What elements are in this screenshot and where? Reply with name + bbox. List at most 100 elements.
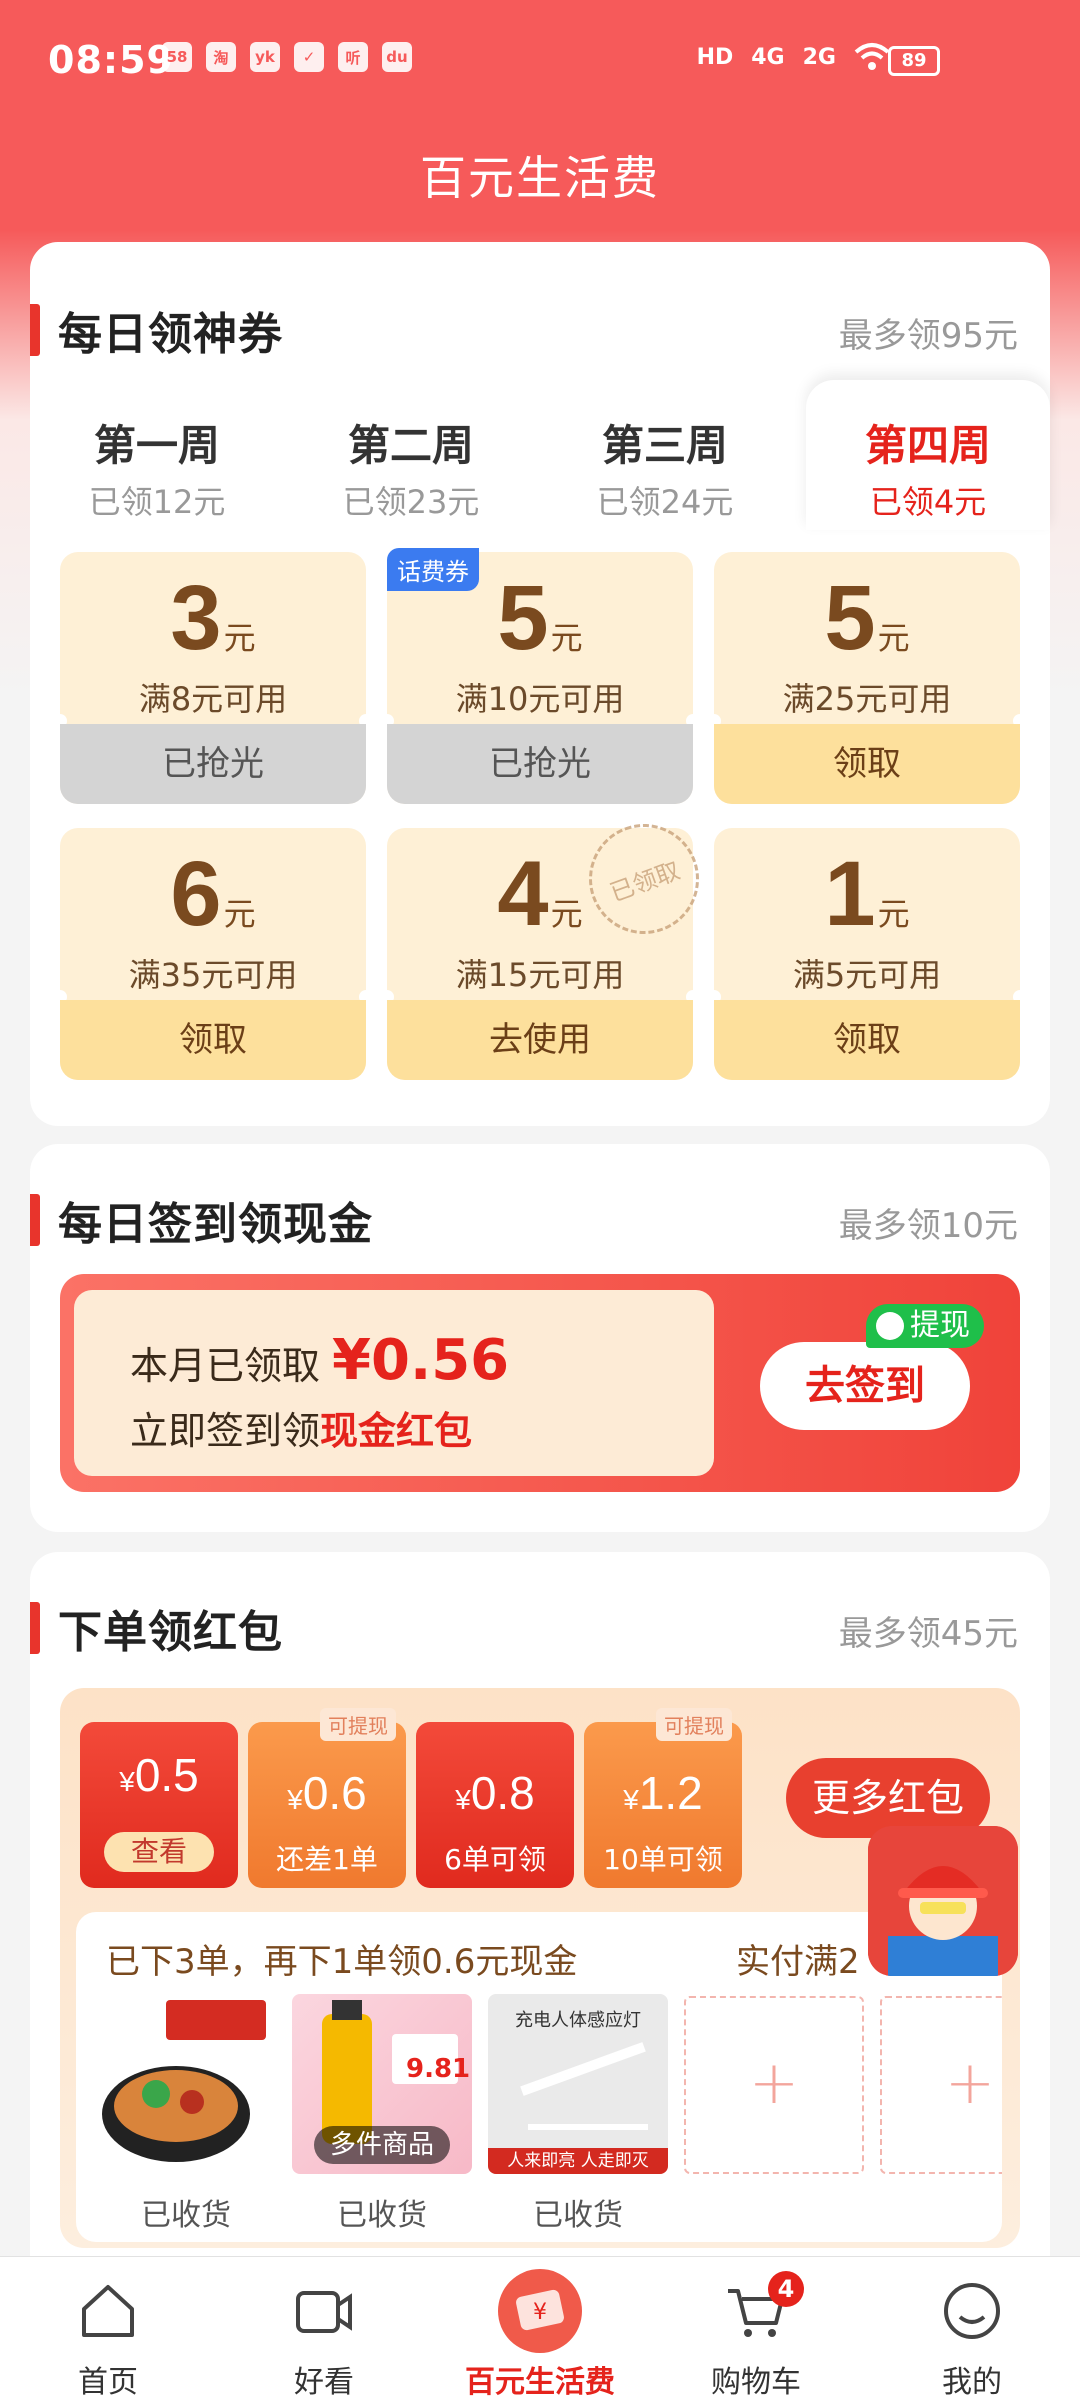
product-thumbnail[interactable]: 充电人体感应灯 人来即亮 人走即灭 xyxy=(488,1994,668,2174)
battery-level: 89 xyxy=(901,50,927,71)
coupon-card: 1元 满5元可用 领取 xyxy=(707,828,1027,1080)
coupon-card: 6元 满35元可用 领取 xyxy=(53,828,373,1080)
coupon-unit: 元 xyxy=(223,895,256,933)
withdraw-tag: 提现 xyxy=(866,1304,984,1348)
sign-in-banner: 本月已领取 ¥0.56 立即签到领现金红包 去签到 提现 xyxy=(60,1274,1020,1492)
home-icon xyxy=(82,2285,134,2337)
red-packet[interactable]: ¥0.8 6单可领 xyxy=(416,1722,574,1888)
red-packet[interactable]: ¥0.5 查看 xyxy=(80,1722,238,1888)
signal-2g-icon: 2G xyxy=(802,44,836,70)
coupon-condition: 满25元可用 xyxy=(782,680,952,718)
battery-icon: 89 xyxy=(888,46,940,76)
red-packet[interactable]: 可提现 ¥1.2 10单可领 xyxy=(584,1708,742,1888)
sign-in-button[interactable]: 去签到 xyxy=(760,1342,970,1430)
add-order-slot[interactable]: + xyxy=(684,1996,864,2174)
tab-week-4[interactable]: 第四周 已领4元 xyxy=(806,380,1050,530)
sign-in-title: 每日签到领现金 xyxy=(30,1188,373,1252)
use-coupon-button[interactable]: 去使用 xyxy=(387,1000,693,1080)
daily-coupons-card: 每日领神券 最多领95元 第一周 已领12元 第二周 已领23元 第三周 已领2… xyxy=(30,242,1050,1126)
product-thumbnail[interactable] xyxy=(96,1994,276,2174)
view-packet-button[interactable]: 查看 xyxy=(104,1832,214,1872)
coupon-condition: 满35元可用 xyxy=(128,956,298,994)
claim-coupon-button[interactable]: 领取 xyxy=(714,724,1020,804)
tab-cart[interactable]: 购物车 xyxy=(648,2257,864,2408)
coupon-card: 4元 满15元可用 去使用 已领取 xyxy=(380,808,715,1080)
tab-living-fee[interactable]: ¥ 百元生活费 xyxy=(432,2257,648,2408)
coupon-amount-value: 3 xyxy=(170,567,222,669)
coupon-amount-value: 1 xyxy=(824,843,876,945)
product-status: 已收货 xyxy=(337,2198,427,2233)
packet-value: ¥0.6 xyxy=(248,1766,406,1820)
withdrawable-tag: 可提现 xyxy=(656,1708,732,1741)
claim-coupon-button[interactable]: 领取 xyxy=(714,1000,1020,1080)
app-listen-icon: 听 xyxy=(338,42,368,72)
coupon-amount: 1元 xyxy=(714,842,1020,947)
currency-symbol: ¥ xyxy=(455,1784,471,1815)
add-order-slot[interactable]: + xyxy=(880,1996,1002,2174)
wifi-icon xyxy=(854,43,890,70)
coupon-condition: 满5元可用 xyxy=(792,956,942,994)
coupon-sold-out-button: 已抢光 xyxy=(60,724,366,804)
tab-week-1[interactable]: 第一周 已领12元 xyxy=(30,380,284,530)
currency-symbol: ¥ xyxy=(119,1766,135,1797)
order-progress-panel: 已下3单，再下1单领0.6元现金 实付满2 已收货 9.81 多件商品 已收货 … xyxy=(76,1912,1002,2242)
month-claimed-line: 本月已领取 ¥0.56 xyxy=(130,1328,509,1393)
worker-avatar-icon xyxy=(868,1826,1018,1976)
currency-symbol: ¥ xyxy=(623,1784,639,1815)
sign-in-card: 每日签到领现金 最多领10元 本月已领取 ¥0.56 立即签到领现金红包 去签到 … xyxy=(30,1144,1050,1532)
packet-value: ¥0.5 xyxy=(80,1748,238,1802)
tab-profile[interactable]: 我的 xyxy=(864,2257,1080,2408)
sign-in-title-text: 每日签到领现金 xyxy=(58,1199,373,1250)
lamp-product-image xyxy=(520,2042,648,2130)
section-accent-bar xyxy=(30,1194,40,1246)
coupon-amount-value: 6 xyxy=(170,843,222,945)
red-packet[interactable]: 可提现 ¥0.6 还差1单 xyxy=(248,1708,406,1888)
profile-icon xyxy=(944,2283,1000,2339)
wechat-icon xyxy=(876,1312,904,1340)
order-packets-title-text: 下单领红包 xyxy=(58,1607,283,1658)
week-claimed: 已领23元 xyxy=(342,483,480,521)
tab-label: 首页 xyxy=(78,2365,138,2400)
tab-week-3[interactable]: 第三周 已领24元 xyxy=(538,380,792,530)
claim-coupon-button[interactable]: 领取 xyxy=(60,1000,366,1080)
tab-home[interactable]: 首页 xyxy=(0,2257,216,2408)
bottom-nav: 首页 好看 ¥ 百元生活费 购物车 4 我的 xyxy=(0,2256,1080,2408)
customer-service-avatar[interactable] xyxy=(868,1826,1018,1976)
week-tabs: 第一周 已领12元 第二周 已领23元 第三周 已领24元 第四周 已领4元 xyxy=(30,380,1050,530)
packet-value-amount: 1.2 xyxy=(638,1767,703,1819)
tab-watch[interactable]: 好看 xyxy=(216,2257,432,2408)
packet-requirement: 还差1单 xyxy=(276,1843,378,1876)
tab-week-2[interactable]: 第二周 已领23元 xyxy=(284,380,538,530)
coupon-condition: 满8元可用 xyxy=(138,680,288,718)
app-du-icon: du xyxy=(382,42,412,72)
week-claimed: 已领12元 xyxy=(88,483,226,521)
tab-label: 我的 xyxy=(942,2365,1002,2400)
packet-value: ¥0.8 xyxy=(416,1766,574,1820)
app-58-icon: 58 xyxy=(162,42,192,72)
coupon-unit: 元 xyxy=(877,895,910,933)
coupon-amount-value: 5 xyxy=(497,567,549,669)
notification-icons: 58 淘 yk ✓ 听 du xyxy=(162,42,412,72)
month-claimed-amount: ¥0.56 xyxy=(332,1328,510,1393)
daily-coupons-max: 最多领95元 xyxy=(838,316,1018,356)
packet-requirement: 10单可领 xyxy=(603,1843,723,1876)
coupon-unit: 元 xyxy=(550,619,583,657)
tab-label: 好看 xyxy=(294,2365,354,2400)
order-progress-text: 已下3单，再下1单领0.6元现金 xyxy=(106,1942,578,1982)
coupon-amount: 6元 xyxy=(60,842,366,947)
video-icon xyxy=(296,2291,352,2333)
product-thumbnail[interactable]: 9.81 多件商品 xyxy=(292,1994,472,2174)
cart-count-badge: 4 xyxy=(768,2271,804,2307)
packet-requirement: 6单可领 xyxy=(444,1843,546,1876)
week-claimed: 已领4元 xyxy=(869,483,987,521)
tab-label: 购物车 xyxy=(711,2365,801,2400)
coupon-condition: 满10元可用 xyxy=(455,680,625,718)
coupon-card: 5元 满10元可用 已抢光 话费券 xyxy=(380,548,700,804)
order-progress-text-2: 实付满2 xyxy=(736,1942,860,1982)
week-name: 第一周 xyxy=(93,421,220,470)
hd-icon: HD xyxy=(696,44,734,70)
coupon-condition: 满15元可用 xyxy=(455,956,625,994)
app-youku-icon: yk xyxy=(250,42,280,72)
section-accent-bar xyxy=(30,1602,40,1654)
app-taobao-icon: 淘 xyxy=(206,42,236,72)
